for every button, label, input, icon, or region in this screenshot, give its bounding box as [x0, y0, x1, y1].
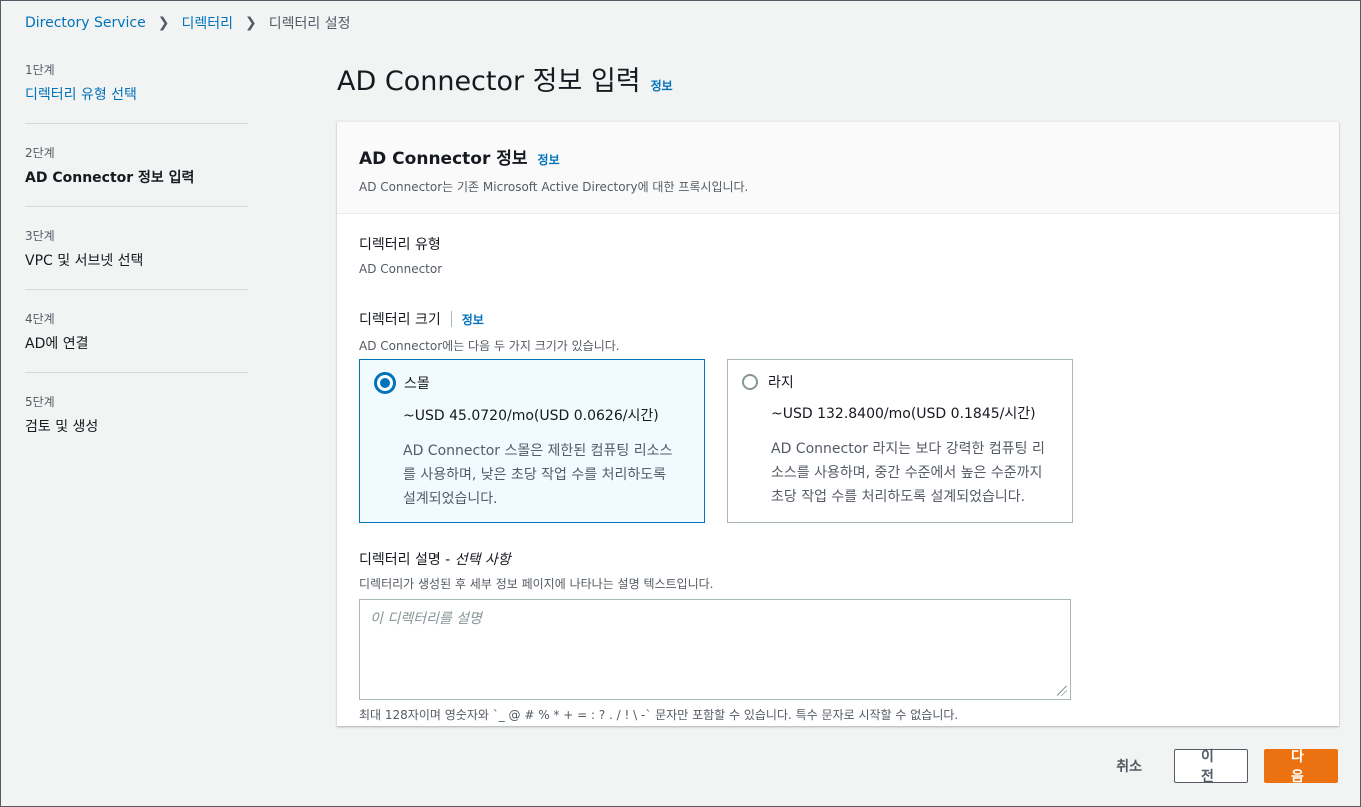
- tile-header: 스몰: [374, 372, 684, 394]
- radio-checked-icon[interactable]: [374, 372, 396, 394]
- tile-description-line: 초당 작업 수를 처리하도록 설계되었습니다.: [771, 489, 1026, 505]
- wizard-footer: 취소 이전 다음: [1116, 749, 1338, 785]
- panel-title-text: AD Connector 정보: [359, 149, 528, 169]
- step-number: 5단계: [25, 395, 55, 409]
- info-link[interactable]: 정보: [462, 311, 484, 328]
- step-number: 1단계: [25, 63, 55, 77]
- step-label-current: AD Connector 정보 입력: [25, 170, 195, 186]
- panel-body: 디렉터리 유형 AD Connector 디렉터리 크기 정보 AD Conne…: [337, 214, 1339, 743]
- breadcrumb-directories[interactable]: 디렉터리: [181, 13, 233, 33]
- divider: [450, 311, 452, 327]
- step-3: 3단계 VPC 및 서브넷 선택: [25, 223, 248, 290]
- panel-title: AD Connector 정보 정보: [359, 144, 1317, 169]
- breadcrumb: Directory Service ❯ 디렉터리 ❯ 디렉터리 설정: [25, 13, 350, 33]
- wizard-steps: 1단계 디렉터리 유형 선택 2단계 AD Connector 정보 입력 3단…: [25, 57, 248, 472]
- description-label-text: 디렉터리 설명 -: [359, 552, 455, 568]
- tile-name: 라지: [768, 375, 794, 391]
- panel-description: AD Connector는 기존 Microsoft Active Direct…: [359, 180, 749, 194]
- directory-description-textarea[interactable]: 이 디렉터리를 설명: [359, 599, 1071, 700]
- radio-unchecked-icon[interactable]: [742, 374, 758, 390]
- directory-description-label: 디렉터리 설명 - 선택 사항: [359, 549, 1317, 569]
- size-tile-small[interactable]: 스몰 ~USD 45.0720/mo(USD 0.0626/시간) AD Con…: [359, 359, 705, 523]
- ad-connector-info-panel: AD Connector 정보 정보 AD Connector는 기존 Micr…: [337, 121, 1339, 726]
- step-number: 2단계: [25, 146, 55, 160]
- tile-header: 라지: [742, 372, 1052, 392]
- step-1: 1단계 디렉터리 유형 선택: [25, 57, 248, 124]
- directory-type-label: 디렉터리 유형: [359, 237, 441, 253]
- next-button[interactable]: 다음: [1264, 749, 1338, 785]
- directory-size-description: AD Connector에는 다음 두 가지 크기가 있습니다.: [359, 339, 620, 353]
- directory-description-help: 디렉터리가 생성된 후 세부 정보 페이지에 나타나는 설명 텍스트입니다.: [359, 577, 714, 591]
- step-2: 2단계 AD Connector 정보 입력: [25, 140, 248, 207]
- directory-description-constraint: 최대 128자이며 영숫자와 `_ @ # % * + = : ? . / ! …: [359, 708, 959, 722]
- directory-type-value: AD Connector: [359, 262, 443, 276]
- chevron-right-icon: ❯: [244, 15, 257, 31]
- directory-size-label: 디렉터리 크기: [359, 312, 441, 328]
- page-title-text: AD Connector 정보 입력: [337, 66, 641, 97]
- step-4: 4단계 AD에 연결: [25, 306, 248, 373]
- step-label: AD에 연결: [25, 336, 89, 352]
- breadcrumb-directory-service[interactable]: Directory Service: [25, 15, 146, 31]
- directory-size-header: 디렉터리 크기 정보: [359, 309, 1317, 329]
- optional-text: 선택 사항: [454, 552, 511, 568]
- tile-name: 스몰: [404, 376, 430, 392]
- tile-description-line: 설계되었습니다.: [403, 491, 498, 507]
- size-tiles: 스몰 ~USD 45.0720/mo(USD 0.0626/시간) AD Con…: [359, 359, 1317, 523]
- tile-description-line: AD Connector 라지는 보다 강력한 컴퓨팅 리: [771, 441, 1045, 457]
- step-number: 4단계: [25, 312, 55, 326]
- previous-button[interactable]: 이전: [1174, 749, 1248, 785]
- info-link[interactable]: 정보: [538, 151, 560, 168]
- page-title: AD Connector 정보 입력 정보: [337, 59, 673, 98]
- info-link[interactable]: 정보: [651, 77, 673, 94]
- tile-description-line: AD Connector 스몰은 제한된 컴퓨팅 리소스: [403, 443, 673, 459]
- step-label: 검토 및 생성: [25, 419, 99, 435]
- tile-description: AD Connector 스몰은 제한된 컴퓨팅 리소스 를 사용하며, 낮은 …: [403, 439, 684, 511]
- cancel-button[interactable]: 취소: [1116, 756, 1142, 776]
- size-tile-large[interactable]: 라지 ~USD 132.8400/mo(USD 0.1845/시간) AD Co…: [727, 359, 1073, 523]
- step-link-select-type[interactable]: 디렉터리 유형 선택: [25, 84, 248, 104]
- breadcrumb-current: 디렉터리 설정: [268, 16, 351, 32]
- tile-description-line: 를 사용하며, 낮은 초당 작업 수를 처리하도록: [403, 467, 666, 483]
- tile-price: ~USD 45.0720/mo(USD 0.0626/시간): [403, 408, 659, 424]
- tile-description: AD Connector 라지는 보다 강력한 컴퓨팅 리 소스를 사용하며, …: [771, 437, 1052, 509]
- step-5: 5단계 검토 및 생성: [25, 389, 248, 456]
- step-label: VPC 및 서브넷 선택: [25, 253, 144, 269]
- page-frame: Directory Service ❯ 디렉터리 ❯ 디렉터리 설정 1단계 디…: [0, 0, 1361, 807]
- tile-price: ~USD 132.8400/mo(USD 0.1845/시간): [771, 406, 1036, 422]
- step-number: 3단계: [25, 229, 55, 243]
- tile-description-line: 소스를 사용하며, 중간 수준에서 높은 수준까지: [771, 465, 1043, 481]
- panel-header: AD Connector 정보 정보 AD Connector는 기존 Micr…: [337, 122, 1339, 214]
- chevron-right-icon: ❯: [157, 15, 170, 31]
